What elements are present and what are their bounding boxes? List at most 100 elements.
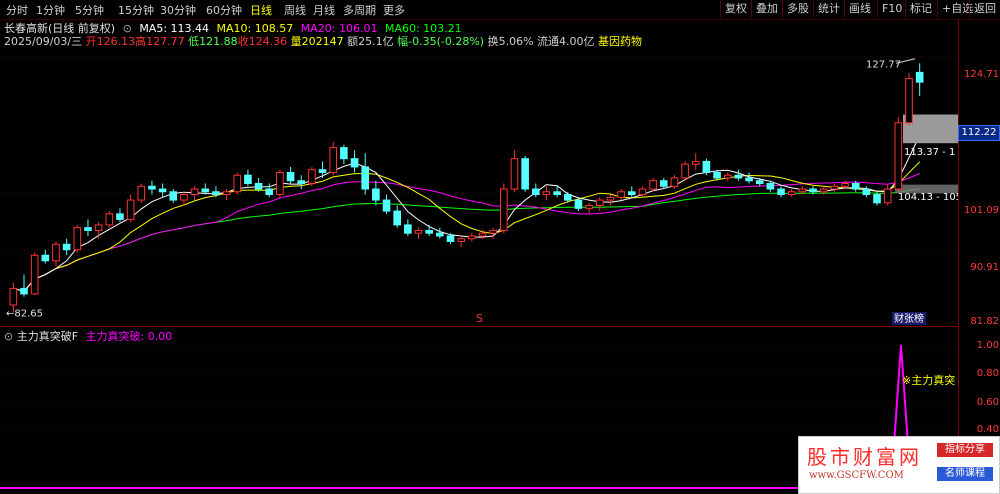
candle-body: [777, 188, 785, 196]
candle-body: [819, 188, 828, 193]
candle-body: [393, 210, 401, 226]
candle-body: [265, 188, 274, 196]
candle-body: [915, 71, 924, 83]
candle-body: [436, 232, 444, 237]
candle-body: [212, 191, 220, 196]
candle-body: [521, 158, 529, 190]
watermark-url: www.GSCFW.COM: [809, 470, 904, 481]
candle-body: [873, 194, 881, 204]
candle-body: [137, 185, 146, 201]
candle-body: [372, 188, 380, 201]
candle-body: [841, 183, 849, 187]
candle-body: [73, 227, 82, 251]
candle-body: [809, 188, 817, 193]
candle-body: [713, 171, 721, 179]
candle-body: [755, 180, 764, 185]
candle-body: [30, 254, 39, 295]
candle-body: [308, 169, 316, 185]
indicator-tick-1: 0.80: [976, 368, 999, 379]
candle-body: [627, 191, 636, 196]
timeframe-tab-4[interactable]: 30分钟: [160, 2, 196, 18]
candle-body: [468, 235, 476, 240]
candle-body: [190, 188, 199, 196]
candle-body: [883, 188, 892, 204]
candle-body: [574, 199, 583, 209]
candle-body: [510, 158, 519, 190]
candle-body: [659, 180, 668, 187]
toolbar-button-6[interactable]: 标记: [905, 0, 936, 18]
candle-body: [894, 122, 903, 190]
toolbar-button-8[interactable]: 返回: [969, 0, 1000, 18]
news-tag: 财张榜: [894, 312, 924, 325]
panel-divider: [0, 326, 958, 327]
candle-body: [350, 158, 359, 168]
candle-body: [670, 177, 679, 187]
candle-body: [297, 180, 306, 185]
candle-body: [542, 191, 551, 196]
timeframe-tab-8[interactable]: 月线: [313, 2, 335, 18]
candle-body: [905, 78, 913, 124]
candle-body: [606, 196, 615, 201]
candle-body: [20, 287, 28, 295]
candle-body: [41, 254, 50, 262]
indicator-tick-0: 1.00: [976, 340, 999, 351]
toolbar-button-2[interactable]: 多股: [782, 0, 813, 18]
candle-body: [734, 174, 743, 179]
candle-body: [329, 147, 338, 173]
candlestick-chart[interactable]: 127.77 ←82.65 113.37 - 1 104.13 - 105 S 财张榜: [0, 47, 958, 325]
timeframe-tab-9[interactable]: 多周期: [343, 2, 376, 18]
high-price-label: 127.77: [866, 59, 901, 70]
candle-body: [830, 185, 839, 190]
indicator-tick-3: 0.40: [976, 424, 999, 435]
candle-body: [500, 188, 508, 231]
candle-body: [158, 188, 167, 193]
timeframe-tab-0[interactable]: 分时: [6, 2, 28, 18]
candle-body: [382, 199, 391, 212]
candle-body: [105, 213, 114, 226]
candle-body: [148, 185, 156, 190]
candle-body: [617, 191, 625, 198]
toolbar-button-4[interactable]: 画线: [844, 0, 875, 18]
candle-body: [116, 213, 124, 220]
candle-body: [766, 183, 775, 190]
candle-body: [276, 171, 284, 196]
ma60-line: [13, 188, 920, 292]
candle-body: [563, 194, 572, 201]
timeframe-tab-1[interactable]: 1分钟: [36, 2, 65, 18]
toolbar-button-3[interactable]: 统计: [813, 0, 844, 18]
candle-body: [862, 188, 871, 196]
candle-body: [446, 235, 455, 242]
signal-marker-s: S: [476, 312, 483, 325]
candle-body: [553, 191, 561, 196]
watermark-tag-course: 名师课程: [937, 467, 993, 481]
candle-body: [233, 174, 242, 193]
low-price-label: ←82.65: [6, 308, 43, 319]
candle-body: [52, 243, 60, 262]
toolbar-button-0[interactable]: 复权: [720, 0, 751, 18]
price-axis: 124.71 112.22 101.09 90.91 81.82 1.00 0.80 0.60…: [958, 20, 1000, 492]
candle-body: [638, 188, 647, 196]
price-tick-2: 101.09: [964, 205, 999, 216]
site-watermark: 股市财富网 www.GSCFW.COM 指标分享 名师课程: [798, 436, 1000, 494]
timeframe-tab-5[interactable]: 60分钟: [206, 2, 242, 18]
timeframe-tab-2[interactable]: 5分钟: [75, 2, 104, 18]
timeframe-tab-6[interactable]: 日线: [250, 2, 272, 18]
candle-body: [180, 194, 188, 201]
candle-body: [478, 232, 487, 237]
timeframe-toolbar: 分时 1分钟 5分钟 15分钟 30分钟 60分钟 日线 周线 月线 多周期 更多 复权 叠加 多股 统计画…: [0, 0, 1000, 20]
indicator-signal-label: ※主力真突: [902, 373, 955, 387]
toolbar-button-1[interactable]: 叠加: [751, 0, 782, 18]
timeframe-tab-7[interactable]: 周线: [284, 2, 306, 18]
candle-body: [201, 188, 210, 193]
timeframe-tab-3[interactable]: 15分钟: [118, 2, 154, 18]
watermark-title: 股市财富网: [807, 445, 922, 469]
candle-body: [851, 183, 860, 190]
candle-body: [9, 287, 18, 306]
price-tick-3: 90.91: [970, 262, 999, 273]
timeframe-tab-10[interactable]: 更多: [383, 2, 405, 18]
candle-body: [649, 180, 657, 190]
candle-body: [222, 191, 231, 196]
candle-body: [361, 166, 370, 190]
watermark-tag-share: 指标分享: [937, 443, 993, 457]
toolbar-button-5[interactable]: F10: [877, 0, 906, 18]
